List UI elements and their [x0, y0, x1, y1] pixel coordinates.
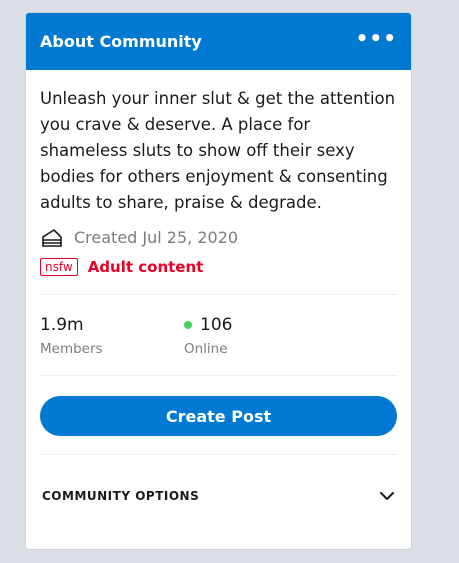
create-post-wrap: Create Post — [40, 376, 397, 454]
card-header: About Community ••• — [26, 13, 411, 70]
nsfw-badge: nsfw — [40, 258, 78, 276]
card-title: About Community — [40, 32, 202, 51]
nsfw-row: nsfw Adult content — [40, 258, 397, 276]
about-community-card: About Community ••• Unleash your inner s… — [25, 12, 412, 550]
chevron-down-icon[interactable] — [379, 491, 395, 501]
online-dot-icon — [184, 321, 192, 329]
created-row: Created Jul 25, 2020 — [40, 226, 397, 248]
members-count: 1.9m — [40, 315, 84, 335]
adult-content-label: Adult content — [87, 258, 204, 276]
community-options-row[interactable]: COMMUNITY OPTIONS — [26, 455, 411, 507]
online-label: Online — [184, 341, 228, 357]
online-count: 106 — [200, 315, 233, 335]
created-date: Created Jul 25, 2020 — [74, 227, 239, 247]
online-value-row: 106 — [184, 315, 328, 335]
stats-row: 1.9m Members 106 Online — [40, 295, 397, 375]
cake-icon — [42, 228, 62, 247]
community-description: Unleash your inner slut & get the attent… — [40, 89, 396, 212]
card-body: Unleash your inner slut & get the attent… — [26, 70, 411, 455]
more-horizontal-icon[interactable]: ••• — [356, 28, 397, 48]
members-label: Members — [40, 341, 103, 357]
create-post-button[interactable]: Create Post — [40, 396, 397, 436]
members-stat: 1.9m Members — [40, 315, 184, 357]
community-options-label: COMMUNITY OPTIONS — [42, 489, 200, 503]
online-stat: 106 Online — [184, 315, 328, 357]
